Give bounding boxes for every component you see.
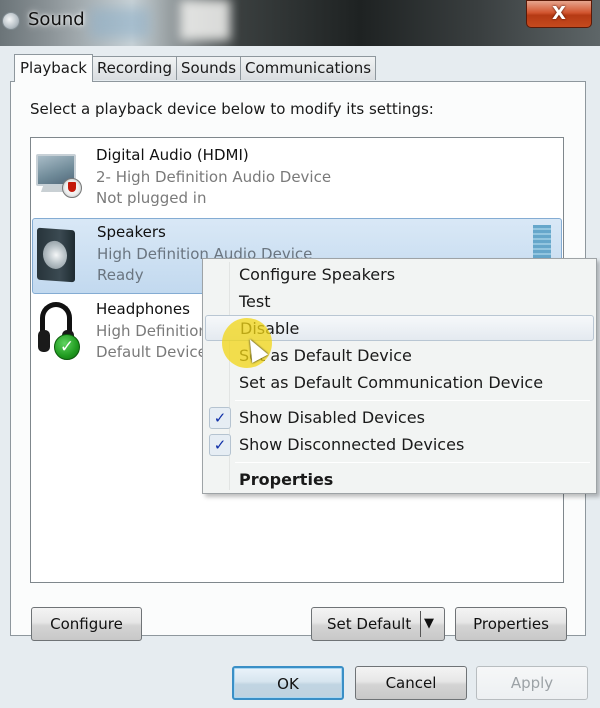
menu-item-show-disabled-devices[interactable]: ✓ Show Disabled Devices: [205, 405, 594, 431]
set-default-split-button[interactable]: Set Default ▼: [311, 607, 445, 641]
menu-item-show-disconnected-devices[interactable]: ✓ Show Disconnected Devices: [205, 432, 594, 458]
set-default-label[interactable]: Set Default: [327, 615, 411, 633]
configure-button[interactable]: Configure: [31, 607, 142, 641]
menu-item-label: Configure Speakers: [239, 265, 396, 284]
menu-item-properties[interactable]: Properties: [205, 467, 594, 493]
menu-item-label: Test: [239, 292, 271, 311]
device-name: Digital Audio (HDMI): [96, 146, 249, 164]
device-name: Speakers: [97, 223, 166, 241]
default-check-icon: ✓: [54, 334, 80, 360]
dropdown-arrow-icon[interactable]: ▼: [424, 608, 444, 640]
checkmark-icon: ✓: [209, 434, 231, 456]
tab-communications[interactable]: Communications: [240, 56, 377, 80]
properties-button[interactable]: Properties: [455, 607, 567, 641]
glass-reflection: [90, 8, 150, 38]
context-menu: Configure Speakers Test Disable Set as D…: [202, 258, 597, 494]
device-status: Default Device: [96, 343, 207, 361]
split-divider: [420, 611, 421, 637]
menu-separator: [235, 462, 590, 463]
menu-item-set-default-communication-device[interactable]: Set as Default Communication Device: [205, 370, 594, 396]
checkmark-icon: ✓: [209, 407, 231, 429]
menu-item-label: Show Disabled Devices: [239, 408, 425, 427]
tab-strip: Playback Recording Sounds Communications: [14, 54, 377, 82]
window-title: Sound: [28, 9, 85, 30]
ok-button[interactable]: OK: [232, 666, 344, 700]
apply-button[interactable]: Apply: [476, 666, 588, 700]
device-status: Ready: [97, 266, 144, 284]
tab-playback[interactable]: Playback: [14, 54, 93, 82]
menu-separator: [235, 400, 590, 401]
menu-item-disable[interactable]: Disable: [205, 315, 594, 341]
device-status: Not plugged in: [96, 189, 207, 207]
menu-item-label: Set as Default Communication Device: [239, 373, 544, 392]
glass-reflection: [180, 0, 230, 40]
device-name: Headphones: [96, 300, 190, 318]
menu-item-label: Properties: [239, 470, 334, 489]
tab-recording[interactable]: Recording: [91, 56, 177, 80]
menu-item-test[interactable]: Test: [205, 289, 594, 315]
device-item-hdmi[interactable]: Digital Audio (HDMI) 2- High Definition …: [32, 142, 562, 218]
instruction-text: Select a playback device below to modify…: [30, 100, 434, 118]
title-bar: Sound X: [0, 0, 600, 46]
tab-sounds[interactable]: Sounds: [175, 56, 242, 80]
speaker-icon: [37, 227, 75, 283]
device-driver: 2- High Definition Audio Device: [96, 168, 332, 186]
menu-item-label: Disable: [240, 319, 300, 338]
unplugged-icon: [62, 178, 82, 198]
menu-item-configure-speakers[interactable]: Configure Speakers: [205, 262, 594, 288]
menu-item-label: Show Disconnected Devices: [239, 435, 465, 454]
speaker-icon: [2, 12, 20, 30]
cancel-button[interactable]: Cancel: [355, 666, 467, 700]
close-button[interactable]: X: [526, 0, 592, 28]
volume-level-meter: [533, 225, 551, 261]
